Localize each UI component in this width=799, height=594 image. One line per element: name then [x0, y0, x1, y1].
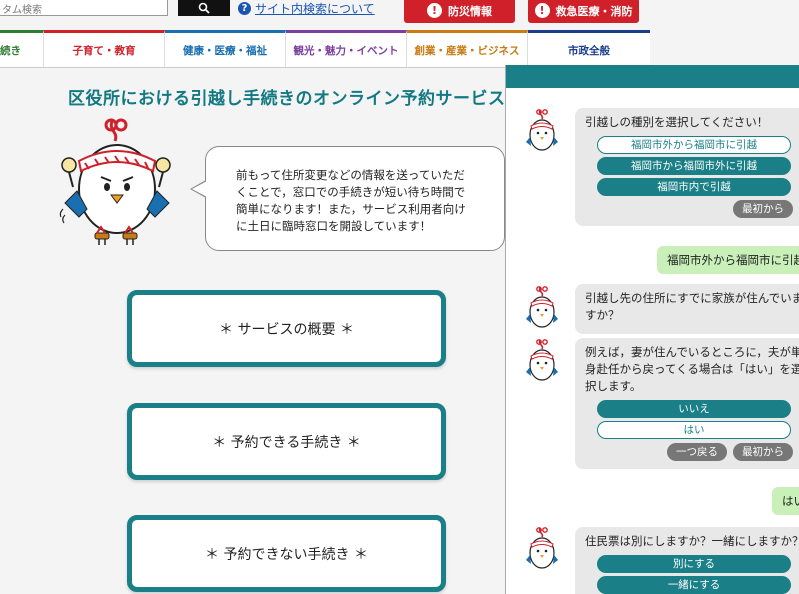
- service-overview-button[interactable]: ＊ サービスの概要 ＊: [127, 290, 446, 367]
- option-yes[interactable]: はい: [597, 421, 791, 439]
- speech-tail-fill: [192, 181, 207, 197]
- nav-item-procedures[interactable]: 続き: [0, 30, 44, 67]
- bookable-procedures-label: ＊ 予約できる手続き ＊: [212, 434, 361, 451]
- bot-message: 引越しの種別を選択してください！ 福岡市外から福岡市に引越 福岡市から福岡市外に…: [575, 108, 799, 226]
- nav-item-business[interactable]: 創業・産業・ビジネス: [407, 30, 528, 67]
- nav-item-label: 健康・医療・福祉: [183, 44, 267, 57]
- option-within-fukuoka[interactable]: 福岡市内で引越: [597, 178, 791, 196]
- bot-actions: 最初から: [585, 200, 799, 218]
- nav-item-label: 子育て・教育: [72, 44, 136, 57]
- search-help-label: サイト内検索について: [255, 1, 375, 16]
- chatbot-panel: 引越しの種別を選択してください！ 福岡市外から福岡市に引越 福岡市から福岡市外に…: [505, 65, 799, 594]
- back-button[interactable]: 一つ戻る: [667, 443, 727, 461]
- nav-item-label: 続き: [0, 44, 21, 57]
- page-title: 区役所における引越し手続きのオンライン予約サービス: [68, 89, 506, 109]
- user-message: はい: [772, 487, 799, 515]
- bot-message-text: 引越し先の住所にすでに家族が住んでいますか？: [585, 291, 799, 322]
- disaster-info-button[interactable]: ! 防災情報: [404, 0, 515, 23]
- nav-item-label: 観光・魅力・イベント: [293, 44, 399, 57]
- unbookable-procedures-button[interactable]: ＊ 予約できない手続き ＊: [127, 515, 446, 592]
- bot-message: 引越し先の住所にすでに家族が住んでいますか？: [575, 284, 799, 334]
- bot-message: 例えば，妻が住んでいるところに，夫が単身赴任から戻ってくる場合は「はい」を選択し…: [575, 338, 799, 469]
- search-button[interactable]: [178, 0, 230, 16]
- restart-button[interactable]: 最初から: [733, 200, 793, 218]
- site-search-input[interactable]: タム検索: [0, 0, 168, 16]
- search-icon: [198, 2, 210, 14]
- mascot-illustration: [59, 118, 171, 245]
- unbookable-procedures-label: ＊ 予約できない手続き ＊: [205, 546, 368, 563]
- bot-avatar-icon: [526, 109, 558, 151]
- option-outside-to-fukuoka[interactable]: 福岡市外から福岡市に引越: [597, 136, 791, 154]
- search-help-link[interactable]: ? サイト内検索について: [238, 0, 375, 16]
- bot-avatar-icon: [526, 339, 558, 381]
- alert-icon: !: [427, 3, 442, 18]
- service-overview-label: ＊ サービスの概要 ＊: [219, 321, 354, 338]
- disaster-info-label: 防災情報: [448, 4, 492, 18]
- bookable-procedures-button[interactable]: ＊ 予約できる手続き ＊: [127, 403, 446, 480]
- nav-item-label: 創業・産業・ビジネス: [414, 44, 520, 57]
- bot-message-text: 住民票は別にしますか？一緒にしますか？: [585, 534, 799, 548]
- emergency-medical-button[interactable]: ! 救急医療・消防: [528, 0, 639, 23]
- bot-message: 住民票は別にしますか？一緒にしますか？ 別にする 一緒にする: [575, 527, 799, 594]
- bot-message-text: 引越しの種別を選択してください！: [585, 115, 769, 129]
- speech-bubble: 前もって住所変更などの情報を送っていただくことで，窓口での手続きが短い待ち時間で…: [205, 146, 505, 251]
- nav-item-health[interactable]: 健康・医療・福祉: [165, 30, 286, 67]
- nav-item-label: 市政全般: [568, 44, 610, 57]
- alert-icon: !: [534, 3, 550, 18]
- bot-actions: 一つ戻る 最初から: [585, 443, 799, 461]
- user-message: 福岡市外から福岡市に引越: [657, 246, 799, 274]
- category-nav: 続き 子育て・教育 健康・医療・福祉 観光・魅力・イベント 創業・産業・ビジネス…: [0, 30, 650, 68]
- nav-item-tourism[interactable]: 観光・魅力・イベント: [286, 30, 407, 67]
- nav-item-city-admin[interactable]: 市政全般: [528, 30, 650, 67]
- emergency-medical-label: 救急医療・消防: [555, 4, 633, 18]
- restart-button[interactable]: 最初から: [733, 443, 793, 461]
- chatbot-header: [506, 65, 799, 88]
- option-together[interactable]: 一緒にする: [597, 576, 791, 594]
- bot-message-text: 例えば，妻が住んでいるところに，夫が単身赴任から戻ってくる場合は「はい」を選択し…: [585, 345, 799, 393]
- option-no[interactable]: いいえ: [597, 400, 791, 418]
- option-separate[interactable]: 別にする: [597, 555, 791, 573]
- option-fukuoka-to-outside[interactable]: 福岡市から福岡市外に引越: [597, 157, 791, 175]
- nav-item-childcare[interactable]: 子育て・教育: [44, 30, 165, 67]
- help-icon: ?: [238, 1, 251, 15]
- bot-avatar-icon: [526, 527, 558, 569]
- bot-avatar-icon: [526, 286, 558, 328]
